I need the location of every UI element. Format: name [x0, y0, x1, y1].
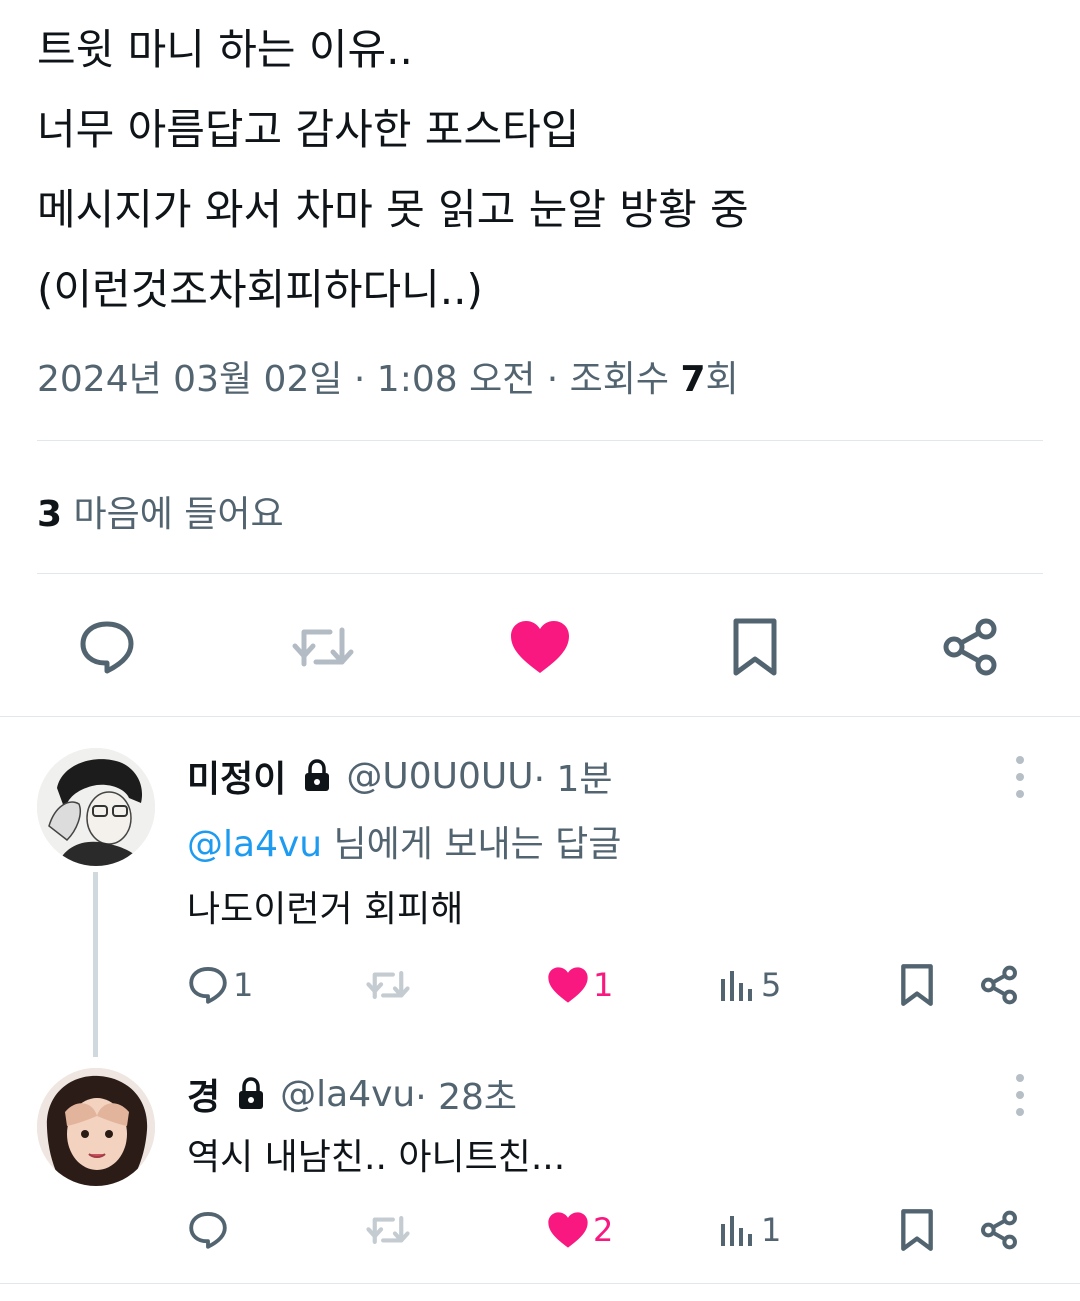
bookmark-icon	[901, 1209, 933, 1251]
lock-icon	[302, 759, 332, 793]
view-count: 1	[761, 1211, 782, 1249]
analytics-icon	[721, 1216, 752, 1246]
avatar-image	[37, 1068, 155, 1186]
avatar[interactable]	[37, 1068, 155, 1186]
heart-filled-icon	[548, 967, 588, 1003]
reply-author-handle[interactable]: @la4vu	[280, 1074, 415, 1115]
mention-link[interactable]: @la4vu	[187, 824, 322, 865]
reply-action-bar: 2 1	[187, 1205, 1037, 1255]
reply-button[interactable]	[72, 615, 142, 679]
reply-time[interactable]: · 28초	[415, 1068, 517, 1120]
divider	[37, 573, 1043, 574]
divider	[37, 440, 1043, 441]
comment-icon	[80, 621, 134, 674]
share-icon	[981, 965, 1017, 1005]
view-suffix: 회	[705, 359, 739, 400]
like-button[interactable]	[505, 615, 575, 679]
share-icon	[943, 618, 997, 676]
tweet-text-line: 트윗 마니 하는 이유..	[37, 25, 413, 74]
reply-like-button[interactable]: 2	[547, 1205, 613, 1255]
likes-label: 마음에 들어요	[62, 494, 284, 535]
tweet-action-bar	[0, 600, 1080, 695]
reply-author-name[interactable]: 경	[187, 1068, 220, 1120]
reply-action-bar: 1 1 5	[187, 960, 1037, 1010]
more-options-button[interactable]	[1010, 1074, 1030, 1116]
tweet-meta: 2024년 03월 02일 · 1:08 오전 · 조회수 7회	[37, 350, 739, 402]
reply-header: 미정이 @U0U0UU · 1분	[187, 750, 613, 802]
avatar[interactable]	[37, 748, 155, 866]
more-options-button[interactable]	[1010, 756, 1030, 798]
reply-like-button[interactable]: 1	[547, 960, 613, 1010]
share-button[interactable]	[935, 615, 1005, 679]
reply-author-name[interactable]: 미정이	[187, 750, 286, 802]
divider	[0, 1283, 1080, 1284]
avatar-image	[37, 748, 155, 866]
reply-text: 역시 내남친.. 아니트친...	[187, 1137, 566, 1178]
retweet-icon	[366, 1216, 410, 1244]
share-icon	[981, 1210, 1017, 1250]
view-count: 7	[680, 359, 706, 400]
bookmark-button[interactable]	[720, 615, 790, 679]
thread-line	[93, 872, 98, 1057]
reply-retweet-button[interactable]	[365, 1205, 415, 1255]
heart-filled-icon	[548, 1212, 588, 1248]
lock-icon	[236, 1077, 266, 1111]
reply-comment-button[interactable]: 1	[187, 960, 253, 1010]
divider	[0, 716, 1080, 717]
reply-bookmark-button[interactable]	[899, 1205, 935, 1255]
reply-share-button[interactable]	[979, 1205, 1019, 1255]
reply-retweet-button[interactable]	[365, 960, 415, 1010]
replying-to-label: 님에게 보내는 답글	[322, 824, 622, 865]
retweet-icon	[292, 627, 354, 667]
reply-time[interactable]: · 1분	[534, 750, 613, 802]
comment-count: 1	[233, 966, 254, 1004]
view-count: 5	[761, 966, 782, 1004]
bookmark-icon	[733, 618, 777, 676]
replying-to: @la4vu 님에게 보내는 답글	[187, 815, 621, 867]
tweet-text-line: 너무 아름답고 감사한 포스타입	[37, 105, 580, 154]
reply-text: 나도이런거 회피해	[187, 889, 464, 930]
heart-filled-icon	[511, 621, 569, 673]
likes-count: 3	[37, 494, 63, 535]
reply-share-button[interactable]	[979, 960, 1019, 1010]
retweet-button[interactable]	[288, 615, 358, 679]
reply-comment-button[interactable]	[187, 1205, 233, 1255]
comment-icon	[189, 1211, 227, 1249]
bookmark-icon	[901, 964, 933, 1006]
tweet-timestamp[interactable]: 2024년 03월 02일 · 1:08 오전 · 조회수	[37, 359, 680, 400]
analytics-icon	[721, 971, 752, 1001]
like-count: 2	[593, 1211, 614, 1249]
comment-icon	[189, 966, 227, 1004]
reply-header: 경 @la4vu · 28초	[187, 1068, 517, 1120]
reply-author-handle[interactable]: @U0U0UU	[346, 756, 533, 797]
tweet-text-line: (이런것조차회피하다니..)	[37, 265, 483, 314]
reply-views-button[interactable]: 5	[719, 960, 781, 1010]
likes-summary[interactable]: 3 마음에 들어요	[37, 485, 284, 537]
retweet-icon	[366, 971, 410, 999]
tweet-body: 트윗 마니 하는 이유.. 너무 아름답고 감사한 포스타입 메시지가 와서 차…	[37, 10, 1037, 330]
like-count: 1	[593, 966, 614, 1004]
reply-views-button[interactable]: 1	[719, 1205, 781, 1255]
reply-bookmark-button[interactable]	[899, 960, 935, 1010]
tweet-text-line: 메시지가 와서 차마 못 읽고 눈알 방황 중	[37, 185, 749, 234]
